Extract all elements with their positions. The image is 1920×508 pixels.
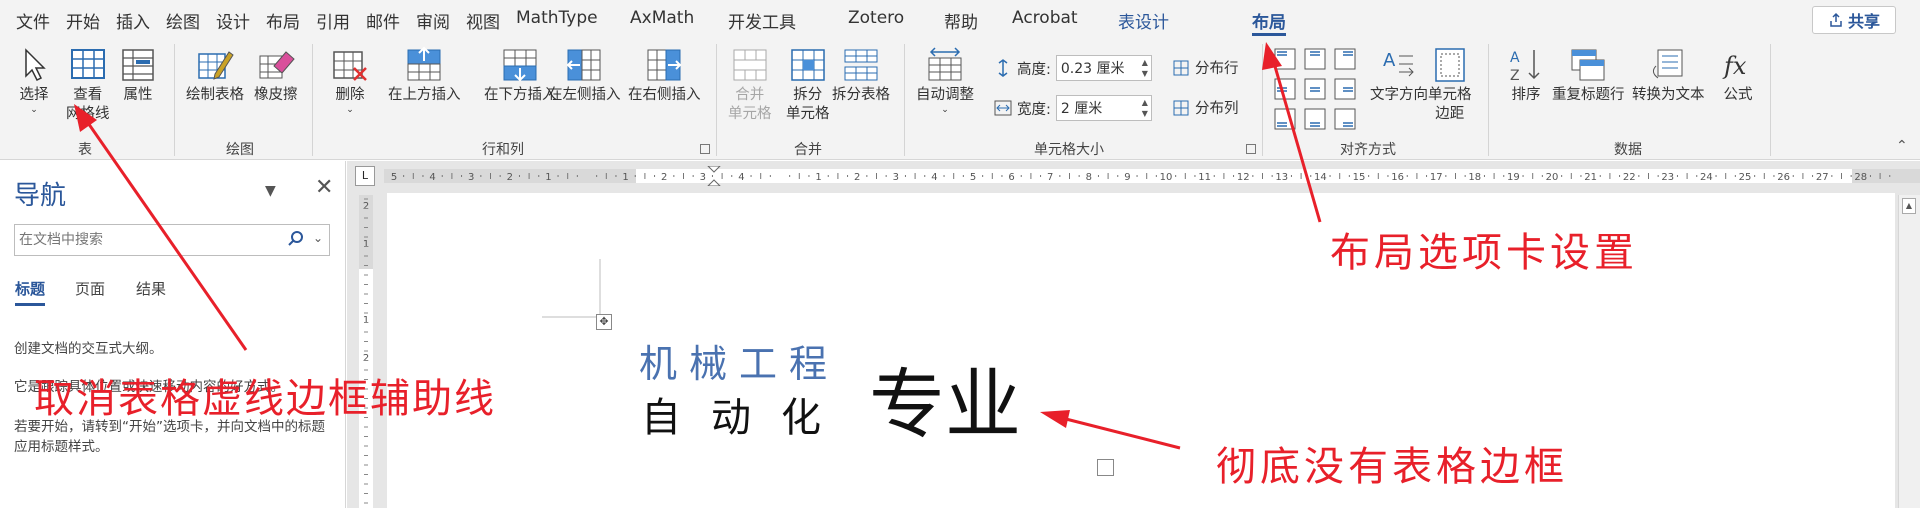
arrow-head-icon (1040, 410, 1070, 428)
annotation-arrow-gridlines (84, 119, 248, 351)
annotation-layout-tab: 布局选项卡设置 (1330, 230, 1638, 276)
annotation-gridlines: 取消表格虚线边框辅助线 (34, 376, 496, 422)
annotation-arrow-layout (1270, 55, 1322, 223)
annotation-arrow-no-border (1061, 416, 1181, 450)
arrow-head-icon (74, 104, 97, 132)
arrow-head-icon (1262, 42, 1282, 70)
annotation-no-border: 彻底没有表格边框 (1216, 444, 1568, 490)
